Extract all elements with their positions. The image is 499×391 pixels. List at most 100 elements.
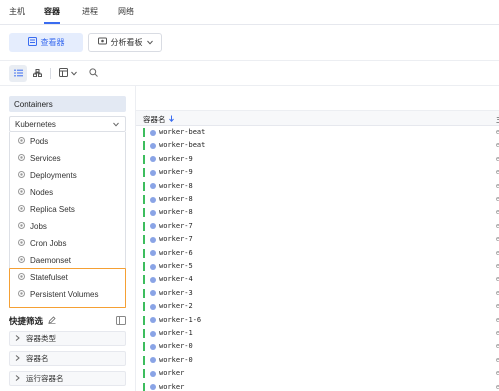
tab-host[interactable]: 主机 bbox=[9, 6, 25, 17]
view-toolbar bbox=[0, 61, 499, 86]
table-row[interactable]: worker-9 e bbox=[136, 153, 499, 166]
search-button[interactable] bbox=[87, 66, 99, 81]
collapse-icon[interactable] bbox=[116, 316, 126, 325]
table-row[interactable]: worker-7 e bbox=[136, 220, 499, 233]
viewer-button[interactable]: 查看器 bbox=[9, 33, 83, 52]
table-row[interactable]: worker-1-6 e bbox=[136, 314, 499, 327]
container-name-cell[interactable]: worker-beat bbox=[159, 140, 205, 151]
status-bar bbox=[143, 154, 145, 164]
container-status-dot bbox=[150, 250, 156, 257]
table-row[interactable]: worker-4 e bbox=[136, 273, 499, 286]
container-name-cell[interactable]: worker-6 bbox=[159, 248, 193, 259]
container-name-cell[interactable]: worker-5 bbox=[159, 261, 193, 272]
tab-container[interactable]: 容器 bbox=[44, 6, 60, 17]
container-name-cell[interactable]: worker-0 bbox=[159, 355, 193, 366]
table-row[interactable]: worker-0 e bbox=[136, 340, 499, 353]
sidebar-item-label: Pods bbox=[30, 137, 49, 146]
container-name-cell[interactable]: worker-1-6 bbox=[159, 315, 201, 326]
item-bullet-icon bbox=[18, 154, 25, 163]
container-table: 容器名 主 worker-beateworker-beateworker-9ew… bbox=[136, 86, 499, 391]
table-row[interactable]: worker-2 e bbox=[136, 300, 499, 313]
active-tab-indicator bbox=[44, 22, 60, 24]
sidebar-item-label: Persistent Volumes bbox=[30, 290, 99, 299]
container-name-cell[interactable]: worker-9 bbox=[159, 167, 193, 178]
tab-process[interactable]: 进程 bbox=[82, 6, 98, 17]
container-name-cell[interactable]: worker bbox=[159, 382, 184, 391]
filter-running-container-name[interactable]: 运行容器名 bbox=[9, 371, 126, 386]
edit-icon[interactable] bbox=[48, 316, 56, 326]
container-name-cell[interactable]: worker-3 bbox=[159, 288, 193, 299]
table-row[interactable]: worker-3 e bbox=[136, 287, 499, 300]
sidebar-item-persistent-volumes[interactable]: Persistent Volumes bbox=[10, 286, 125, 303]
sidebar-item-replica-sets[interactable]: Replica Sets bbox=[10, 201, 125, 218]
kubernetes-resource-list: Pods Services Deployments Nodes Replica … bbox=[9, 132, 126, 308]
table-row[interactable]: worker-5 e bbox=[136, 260, 499, 273]
column-header-container-name[interactable]: 容器名 bbox=[143, 114, 174, 125]
container-name-cell[interactable]: worker-0 bbox=[159, 341, 193, 352]
column-settings-button[interactable] bbox=[55, 66, 81, 81]
filter-label: 容器名 bbox=[26, 354, 49, 363]
container-name-cell[interactable]: worker-7 bbox=[159, 221, 193, 232]
tree-view-toggle[interactable] bbox=[30, 65, 44, 82]
sidebar-item-services[interactable]: Services bbox=[10, 150, 125, 167]
sidebar-group-kubernetes[interactable]: Kubernetes bbox=[9, 116, 126, 132]
container-status-dot bbox=[150, 129, 156, 136]
table-row[interactable]: worker-beat e bbox=[136, 126, 499, 139]
container-name-cell[interactable]: worker-8 bbox=[159, 181, 193, 192]
sidebar-item-label: Statefulset bbox=[30, 273, 68, 282]
table-row[interactable]: worker-6 e bbox=[136, 247, 499, 260]
container-name-cell[interactable]: worker-1 bbox=[159, 328, 193, 339]
table-row[interactable]: worker-8 e bbox=[136, 206, 499, 219]
list-view-toggle[interactable] bbox=[9, 65, 27, 82]
container-status-dot bbox=[150, 370, 156, 377]
container-status-dot bbox=[150, 183, 156, 190]
container-name-cell[interactable]: worker-8 bbox=[159, 194, 193, 205]
filter-container-name[interactable]: 容器名 bbox=[9, 351, 126, 366]
table-row[interactable]: worker-7 e bbox=[136, 233, 499, 246]
table-header: 容器名 主 bbox=[136, 111, 499, 126]
table-row[interactable]: worker-8 e bbox=[136, 193, 499, 206]
tab-network[interactable]: 网络 bbox=[118, 6, 134, 17]
status-bar bbox=[143, 195, 145, 204]
sidebar-item-cron-jobs[interactable]: Cron Jobs bbox=[10, 235, 125, 252]
filter-label: 运行容器名 bbox=[26, 374, 64, 383]
sort-icon[interactable] bbox=[168, 115, 174, 124]
container-status-dot bbox=[150, 317, 156, 324]
view-icon bbox=[27, 37, 37, 48]
container-status-dot bbox=[150, 263, 156, 270]
item-bullet-icon bbox=[18, 205, 25, 214]
column-settings-icon bbox=[59, 68, 68, 79]
container-status-dot bbox=[150, 357, 156, 364]
container-name-cell[interactable]: worker-beat bbox=[159, 127, 205, 138]
filter-container-type[interactable]: 容器类型 bbox=[9, 331, 126, 346]
container-name-cell[interactable]: worker-8 bbox=[159, 207, 193, 218]
table-row[interactable]: worker-8 e bbox=[136, 180, 499, 193]
sidebar-item-nodes[interactable]: Nodes bbox=[10, 184, 125, 201]
status-bar bbox=[143, 302, 145, 312]
table-row[interactable]: worker e bbox=[136, 367, 499, 380]
sidebar-header-containers[interactable]: Containers bbox=[9, 96, 126, 112]
status-bar bbox=[143, 329, 145, 338]
table-row[interactable]: worker-9 e bbox=[136, 166, 499, 179]
table-row[interactable]: worker-1 e bbox=[136, 327, 499, 340]
sidebar-item-statefulset[interactable]: Statefulset bbox=[10, 269, 125, 286]
container-status-dot bbox=[150, 290, 156, 297]
container-name-cell[interactable]: worker bbox=[159, 368, 184, 379]
table-row[interactable]: worker e bbox=[136, 381, 499, 391]
table-row[interactable]: worker-0 e bbox=[136, 354, 499, 367]
container-name-cell[interactable]: worker-2 bbox=[159, 301, 193, 312]
sidebar-item-daemonset[interactable]: Daemonset bbox=[10, 252, 125, 269]
sidebar-item-jobs[interactable]: Jobs bbox=[10, 218, 125, 235]
container-name-cell[interactable]: worker-9 bbox=[159, 154, 193, 165]
status-bar bbox=[143, 355, 145, 365]
chevron-down-icon bbox=[113, 120, 119, 129]
table-row[interactable]: worker-beat e bbox=[136, 139, 499, 152]
status-bar bbox=[143, 369, 145, 379]
container-name-cell[interactable]: worker-4 bbox=[159, 274, 193, 285]
status-bar bbox=[143, 342, 145, 352]
sidebar-item-label: Daemonset bbox=[30, 256, 71, 265]
sidebar-item-pods[interactable]: Pods bbox=[10, 133, 125, 150]
container-name-cell[interactable]: worker-7 bbox=[159, 234, 193, 245]
sidebar-item-deployments[interactable]: Deployments bbox=[10, 167, 125, 184]
dashboard-dropdown-button[interactable]: 分析看板 bbox=[88, 33, 162, 52]
